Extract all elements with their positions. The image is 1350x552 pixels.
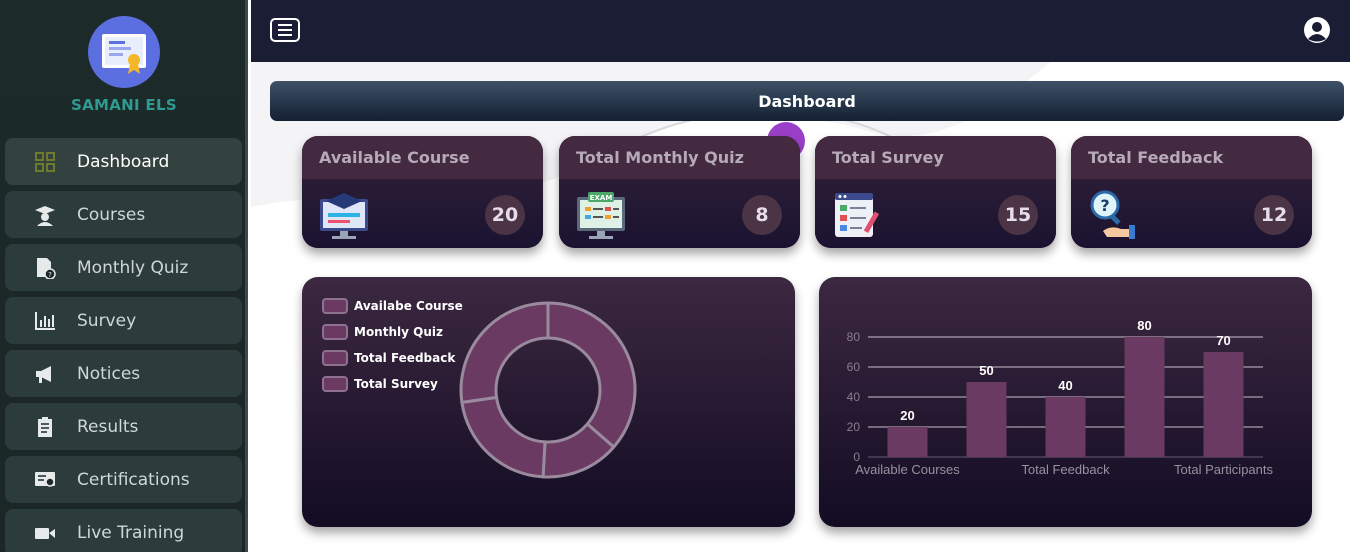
sidebar-item-label: Survey (77, 310, 137, 331)
topbar (251, 0, 1350, 62)
brand-name: SAMANI ELS (71, 96, 177, 114)
bar-data-label: 20 (900, 408, 914, 423)
bar[interactable] (1124, 337, 1165, 457)
chart-legend: Availabe Course Monthly Quiz Total Feedbac… (322, 293, 463, 397)
stat-card-total-survey[interactable]: Total Survey 15 (815, 136, 1056, 248)
quiz-document-icon: ? (33, 256, 57, 280)
exam-monitor-icon: EXAM (577, 192, 625, 239)
menu-toggle-button[interactable] (270, 18, 300, 42)
doughnut-chart-panel: Availabe Course Monthly Quiz Total Feedbac… (302, 277, 795, 527)
sidebar-item-label: Certifications (77, 469, 190, 490)
bar[interactable] (1203, 352, 1244, 457)
bar[interactable] (1045, 397, 1086, 457)
certificate-logo-icon (102, 34, 146, 74)
sidebar-item-monthly-quiz[interactable]: ? Monthly Quiz (5, 244, 242, 291)
stat-card-total-feedback[interactable]: Total Feedback ? 12 (1071, 136, 1312, 248)
card-count: 20 (485, 195, 525, 235)
logo[interactable] (88, 16, 160, 88)
stat-card-available-course[interactable]: Available Course 20 (302, 136, 543, 248)
card-title: Available Course (302, 136, 543, 179)
legend-label: Availabe Course (354, 299, 463, 313)
sidebar-item-label: Notices (77, 363, 141, 384)
x-tick-label: Total Participants (1174, 462, 1273, 477)
sidebar-item-live-training[interactable]: Live Training (5, 509, 242, 552)
graduate-icon (33, 203, 57, 227)
legend-label: Total Survey (354, 377, 438, 391)
bar[interactable] (966, 382, 1007, 457)
main-content: Dashboard Available Course 20 Total Mont… (251, 62, 1350, 552)
bar-data-label: 80 (1137, 318, 1151, 333)
x-tick-label: Total Feedback (1021, 462, 1110, 477)
sidebar-item-label: Live Training (77, 522, 185, 543)
y-tick-label: 60 (847, 360, 861, 374)
sidebar-item-label: Dashboard (77, 151, 170, 172)
card-title: Total Feedback (1071, 136, 1312, 179)
sidebar-item-label: Monthly Quiz (77, 257, 189, 278)
bar-data-label: 40 (1058, 378, 1072, 393)
bar[interactable] (887, 427, 928, 457)
bar-chart: 02040608020Available Courses5040Total Fe… (847, 318, 1274, 477)
video-camera-icon (33, 521, 57, 545)
sidebar-item-dashboard[interactable]: Dashboard (5, 138, 242, 185)
page-title: Dashboard (270, 81, 1344, 121)
megaphone-icon (33, 362, 57, 386)
card-title: Total Monthly Quiz (559, 136, 800, 179)
legend-item[interactable]: Availabe Course (322, 293, 463, 319)
survey-checklist-icon (835, 193, 880, 237)
hamburger-line (278, 29, 292, 31)
y-tick-label: 20 (847, 420, 861, 434)
legend-label: Monthly Quiz (354, 325, 443, 339)
bar-chart-icon (33, 309, 57, 333)
card-count: 12 (1254, 195, 1294, 235)
x-tick-label: Available Courses (855, 462, 960, 477)
legend-swatch (322, 298, 348, 314)
card-count: 8 (742, 195, 782, 235)
feedback-magnifier-icon: ? (1090, 190, 1135, 239)
sidebar-item-label: Results (77, 416, 139, 437)
dashboard-grid-icon (33, 150, 57, 174)
bar-data-label: 50 (979, 363, 993, 378)
sidebar-item-results[interactable]: Results (5, 403, 242, 450)
svg-text:?: ? (1100, 196, 1109, 215)
doughnut-slice[interactable] (460, 395, 547, 479)
sidebar-item-courses[interactable]: Courses (5, 191, 242, 238)
stat-card-monthly-quiz[interactable]: Total Monthly Quiz EXAM 8 (559, 136, 800, 248)
course-monitor-icon (320, 193, 368, 239)
legend-swatch (322, 324, 348, 340)
sidebar: SAMANI ELS Dashboard Courses ? Monthly Q… (0, 0, 248, 552)
card-title: Total Survey (815, 136, 1056, 179)
legend-swatch (322, 350, 348, 366)
hamburger-line (278, 24, 292, 26)
bar-chart-panel: 0 20 40 60 80 20 Available Courses 50 40 Total Fe… (819, 277, 1312, 527)
y-tick-label: 80 (847, 330, 861, 344)
doughnut-slice[interactable] (459, 301, 550, 404)
legend-item[interactable]: Total Feedback (322, 345, 463, 371)
card-count: 15 (998, 195, 1038, 235)
sidebar-item-notices[interactable]: Notices (5, 350, 242, 397)
sidebar-item-certifications[interactable]: Certifications (5, 456, 242, 503)
bar-data-label: 70 (1216, 333, 1230, 348)
svg-text:?: ? (48, 271, 52, 279)
sidebar-item-survey[interactable]: Survey (5, 297, 242, 344)
hamburger-line (278, 34, 292, 36)
legend-swatch (322, 376, 348, 392)
legend-label: Total Feedback (354, 351, 456, 365)
results-clipboard-icon (33, 415, 57, 439)
sidebar-nav: Dashboard Courses ? Monthly Quiz Survey … (5, 138, 242, 552)
sidebar-item-label: Courses (77, 204, 146, 225)
legend-item[interactable]: Total Survey (322, 371, 463, 397)
svg-text:EXAM: EXAM (590, 194, 613, 202)
legend-item[interactable]: Monthly Quiz (322, 319, 463, 345)
y-tick-label: 40 (847, 390, 861, 404)
doughnut-slice[interactable] (546, 301, 637, 449)
user-account-icon[interactable] (1303, 16, 1331, 44)
certificate-icon (33, 468, 57, 492)
